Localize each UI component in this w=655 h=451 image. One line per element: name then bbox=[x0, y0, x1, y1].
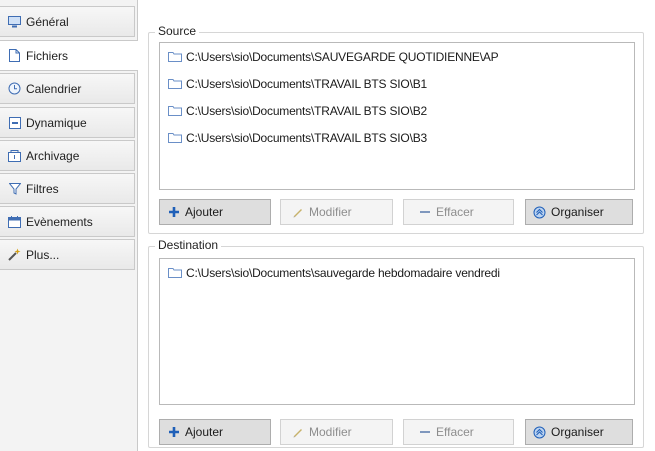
source-list-item[interactable]: C:\Users\sio\Documents\TRAVAIL BTS SIO\B… bbox=[160, 70, 634, 97]
wand-icon bbox=[8, 248, 21, 261]
source-button-row: Ajouter Modifier Effacer Organiser bbox=[159, 199, 633, 225]
destination-edit-label: Modifier bbox=[309, 425, 352, 439]
source-list-item[interactable]: C:\Users\sio\Documents\TRAVAIL BTS SIO\B… bbox=[160, 124, 634, 151]
source-list-item[interactable]: C:\Users\sio\Documents\SAUVEGARDE QUOTID… bbox=[160, 43, 634, 70]
destination-organize-button[interactable]: Organiser bbox=[525, 419, 633, 445]
folder-icon bbox=[168, 132, 182, 143]
folder-icon bbox=[168, 51, 182, 62]
tab-general-label: Général bbox=[26, 14, 69, 29]
plus-icon bbox=[167, 206, 180, 219]
tab-more-label: Plus... bbox=[26, 247, 60, 262]
settings-tab-column: Général Fichiers Calendrier Dynamique Ar… bbox=[0, 0, 138, 451]
tab-general[interactable]: Général bbox=[0, 6, 135, 37]
folder-icon bbox=[168, 78, 182, 89]
source-clear-button[interactable]: Effacer bbox=[403, 199, 514, 225]
destination-add-button[interactable]: Ajouter bbox=[159, 419, 271, 445]
source-list-item[interactable]: C:\Users\sio\Documents\TRAVAIL BTS SIO\B… bbox=[160, 97, 634, 124]
plus-icon bbox=[167, 426, 180, 439]
destination-group: Destination C:\Users\sio\Documents\sauve… bbox=[148, 238, 644, 448]
minus-icon bbox=[418, 426, 431, 439]
filter-icon bbox=[8, 182, 21, 195]
destination-list-item[interactable]: C:\Users\sio\Documents\sauvegarde hebdom… bbox=[160, 259, 634, 286]
tab-calendar-label: Calendrier bbox=[26, 81, 82, 96]
destination-clear-label: Effacer bbox=[436, 425, 474, 439]
source-edit-button[interactable]: Modifier bbox=[280, 199, 393, 225]
destination-path: C:\Users\sio\Documents\sauvegarde hebdom… bbox=[186, 265, 500, 280]
source-path: C:\Users\sio\Documents\TRAVAIL BTS SIO\B… bbox=[186, 130, 427, 145]
destination-group-title: Destination bbox=[155, 238, 222, 252]
organize-icon bbox=[533, 206, 546, 219]
tab-dynamic[interactable]: Dynamique bbox=[0, 107, 135, 138]
tab-archive-label: Archivage bbox=[26, 148, 80, 163]
tab-more[interactable]: Plus... bbox=[0, 239, 135, 270]
tab-filters[interactable]: Filtres bbox=[0, 173, 135, 204]
destination-edit-button[interactable]: Modifier bbox=[280, 419, 393, 445]
tab-files-label: Fichiers bbox=[26, 48, 69, 63]
source-path: C:\Users\sio\Documents\TRAVAIL BTS SIO\B… bbox=[186, 103, 427, 118]
tab-filters-label: Filtres bbox=[26, 181, 59, 196]
source-clear-label: Effacer bbox=[436, 205, 474, 219]
organize-icon bbox=[533, 426, 546, 439]
source-path: C:\Users\sio\Documents\SAUVEGARDE QUOTID… bbox=[186, 49, 499, 64]
tab-events[interactable]: Evènements bbox=[0, 206, 135, 237]
source-add-label: Ajouter bbox=[185, 205, 224, 219]
source-group-title: Source bbox=[155, 24, 200, 38]
tab-dynamic-label: Dynamique bbox=[26, 115, 87, 130]
minus-icon bbox=[418, 206, 431, 219]
source-add-button[interactable]: Ajouter bbox=[159, 199, 271, 225]
source-listbox[interactable]: C:\Users\sio\Documents\SAUVEGARDE QUOTID… bbox=[159, 42, 635, 190]
folder-icon bbox=[168, 105, 182, 116]
destination-organize-label: Organiser bbox=[551, 425, 604, 439]
source-organize-button[interactable]: Organiser bbox=[525, 199, 633, 225]
destination-button-row: Ajouter Modifier Effacer Organiser bbox=[159, 419, 633, 445]
tab-events-label: Evènements bbox=[26, 214, 93, 229]
destination-add-label: Ajouter bbox=[185, 425, 224, 439]
source-organize-label: Organiser bbox=[551, 205, 604, 219]
destination-listbox[interactable]: C:\Users\sio\Documents\sauvegarde hebdom… bbox=[159, 258, 635, 405]
pencil-icon bbox=[291, 206, 304, 219]
clock-icon bbox=[8, 82, 21, 95]
calendar-icon bbox=[8, 215, 21, 228]
tab-files[interactable]: Fichiers bbox=[0, 40, 138, 71]
source-path: C:\Users\sio\Documents\TRAVAIL BTS SIO\B… bbox=[186, 76, 427, 91]
source-edit-label: Modifier bbox=[309, 205, 352, 219]
tab-archive[interactable]: Archivage bbox=[0, 140, 135, 171]
dynamic-icon bbox=[8, 116, 21, 129]
file-icon bbox=[8, 49, 21, 62]
destination-clear-button[interactable]: Effacer bbox=[403, 419, 514, 445]
folder-icon bbox=[168, 267, 182, 278]
pencil-icon bbox=[291, 426, 304, 439]
tab-calendar[interactable]: Calendrier bbox=[0, 73, 135, 104]
archive-icon bbox=[8, 149, 21, 162]
source-group: Source C:\Users\sio\Documents\SAUVEGARDE… bbox=[148, 24, 644, 234]
monitor-icon bbox=[8, 15, 21, 28]
